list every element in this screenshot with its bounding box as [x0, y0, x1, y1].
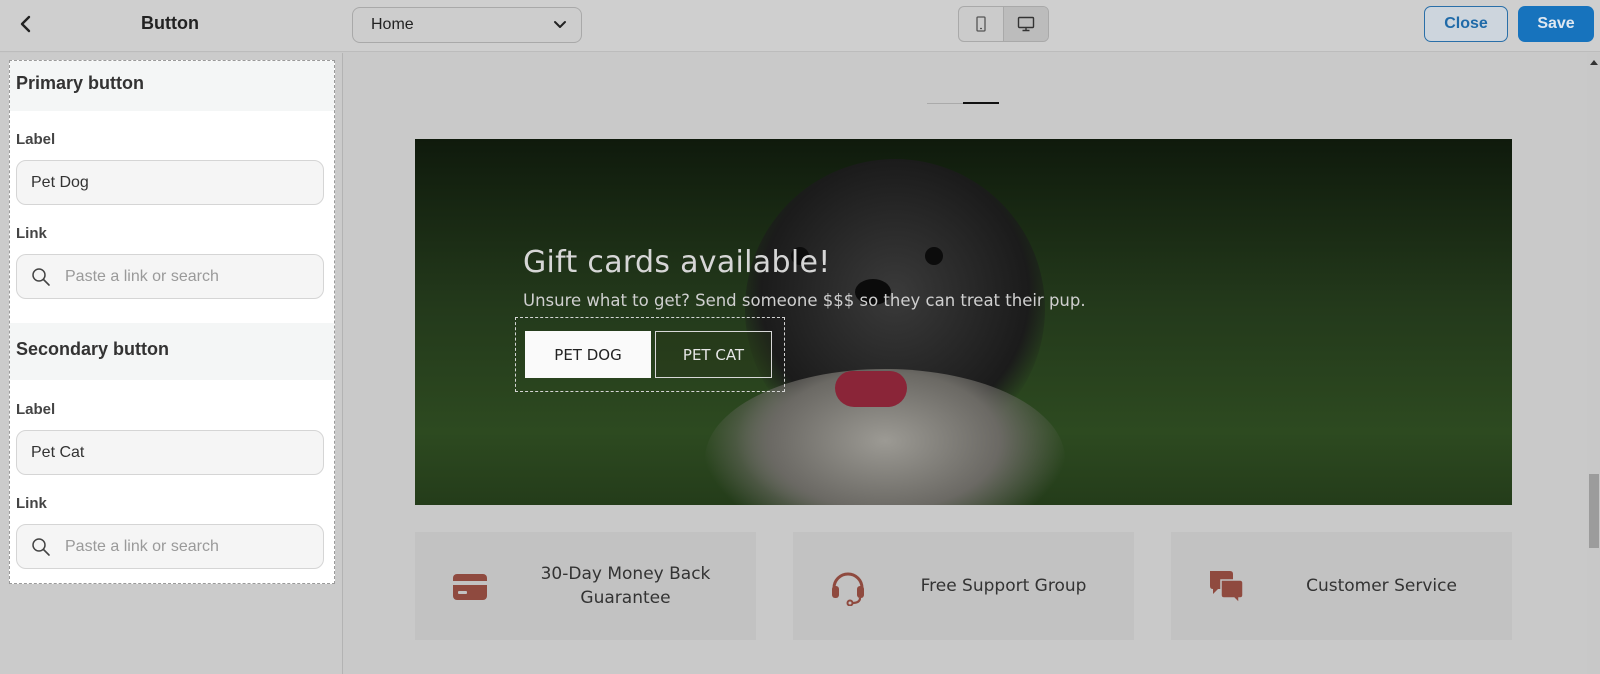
- slideshow-indicator[interactable]: [927, 102, 999, 105]
- back-button[interactable]: [14, 12, 36, 36]
- feature-card[interactable]: Free Support Group: [793, 532, 1134, 640]
- caret-up-icon: [1589, 60, 1598, 65]
- preview-scrollbar[interactable]: [1587, 53, 1600, 674]
- save-button[interactable]: Save: [1518, 6, 1594, 42]
- secondary-link-caption: Link: [16, 495, 47, 512]
- pet-cat-button[interactable]: PET CAT: [655, 331, 772, 378]
- primary-label-caption: Label: [16, 131, 56, 148]
- credit-card-icon: [451, 568, 489, 606]
- dog-image-tongue: [835, 371, 907, 407]
- chat-bubbles-icon: [1207, 568, 1245, 606]
- secondary-label-value: Pet Cat: [31, 443, 85, 461]
- primary-label-value: Pet Dog: [31, 173, 89, 191]
- desktop-icon: [1017, 16, 1035, 32]
- search-icon: [32, 267, 50, 286]
- scroll-up-button[interactable]: [1587, 57, 1600, 67]
- feature-card[interactable]: Customer Service: [1171, 532, 1512, 640]
- page-select[interactable]: Home: [352, 7, 582, 43]
- headset-icon: [829, 568, 867, 606]
- feature-text: Free Support Group: [920, 576, 1087, 596]
- chevron-down-icon: [554, 21, 566, 28]
- hero-button-group[interactable]: PET DOG PET CAT: [515, 317, 785, 392]
- hero-title[interactable]: Gift cards available!: [523, 245, 831, 280]
- close-button[interactable]: Close: [1424, 6, 1508, 42]
- primary-button-heading: Primary button: [10, 61, 334, 111]
- top-toolbar: Button Home Close Save: [0, 0, 1600, 52]
- slide-dot-active[interactable]: [963, 102, 999, 104]
- dog-image-eye: [925, 247, 943, 265]
- slide-dot[interactable]: [927, 103, 963, 104]
- search-icon: [32, 537, 50, 556]
- page-select-value: Home: [371, 16, 414, 33]
- secondary-label-caption: Label: [16, 401, 56, 418]
- mobile-view-button[interactable]: [959, 7, 1003, 41]
- feature-text: Customer Service: [1306, 576, 1457, 596]
- button-editor: Primary button Label Pet Dog Link Paste …: [9, 60, 335, 584]
- panel-title: Button: [141, 13, 199, 33]
- primary-link-input[interactable]: Paste a link or search: [16, 254, 324, 299]
- mobile-icon: [976, 16, 986, 32]
- hero-banner[interactable]: Gift cards available! Unsure what to get…: [415, 139, 1512, 505]
- secondary-button-heading: Secondary button: [10, 323, 334, 380]
- primary-link-caption: Link: [16, 225, 47, 242]
- pet-dog-button[interactable]: PET DOG: [525, 331, 651, 378]
- scroll-thumb[interactable]: [1589, 474, 1599, 548]
- secondary-link-input[interactable]: Paste a link or search: [16, 524, 324, 569]
- device-toggle: [958, 6, 1049, 42]
- hero-subtitle[interactable]: Unsure what to get? Send someone $$$ so …: [523, 291, 1086, 310]
- secondary-label-input[interactable]: Pet Cat: [16, 430, 324, 475]
- chevron-left-icon: [20, 15, 31, 33]
- secondary-link-placeholder: Paste a link or search: [65, 537, 219, 555]
- primary-label-input[interactable]: Pet Dog: [16, 160, 324, 205]
- page-preview: Gift cards available! Unsure what to get…: [344, 53, 1587, 674]
- feature-card[interactable]: 30-Day Money Back Guarantee: [415, 532, 756, 640]
- primary-link-placeholder: Paste a link or search: [65, 267, 219, 285]
- settings-panel: Primary button Label Pet Dog Link Paste …: [0, 53, 343, 674]
- desktop-view-button[interactable]: [1003, 7, 1048, 41]
- feature-text: 30-Day Money Back Guarantee: [540, 564, 711, 608]
